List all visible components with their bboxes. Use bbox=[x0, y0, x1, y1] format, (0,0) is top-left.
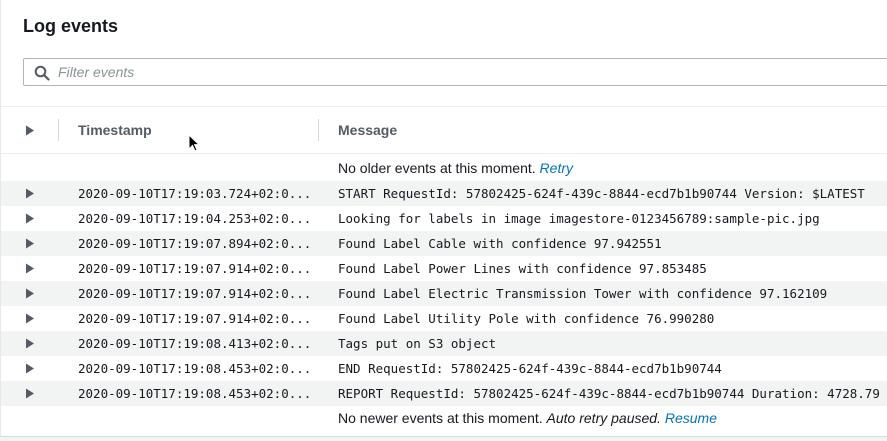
log-event-row[interactable]: 2020-09-10T17:19:07.914+02:0... Found La… bbox=[1, 281, 887, 306]
expand-row-caret-icon[interactable] bbox=[25, 388, 35, 399]
auto-retry-status: Auto retry paused. bbox=[546, 410, 661, 426]
expand-row-caret-icon[interactable] bbox=[25, 188, 35, 199]
expand-row-caret-icon[interactable] bbox=[25, 263, 35, 274]
expand-all-caret-icon[interactable] bbox=[25, 125, 35, 136]
filter-events-input[interactable] bbox=[58, 62, 878, 82]
expand-row-caret-icon[interactable] bbox=[25, 313, 35, 324]
expand-row-caret-icon[interactable] bbox=[25, 363, 35, 374]
log-event-row[interactable]: 2020-09-10T17:19:08.453+02:0... END Requ… bbox=[1, 356, 887, 381]
expand-row-caret-icon[interactable] bbox=[25, 238, 35, 249]
log-event-row[interactable]: 2020-09-10T17:19:04.253+02:0... Looking … bbox=[1, 206, 887, 231]
event-timestamp: 2020-09-10T17:19:08.413+02:0... bbox=[78, 336, 312, 351]
event-timestamp: 2020-09-10T17:19:08.453+02:0... bbox=[78, 361, 312, 376]
log-event-row[interactable]: 2020-09-10T17:19:08.413+02:0... Tags put… bbox=[1, 331, 887, 356]
event-message: Looking for labels in image imagestore-0… bbox=[338, 211, 820, 226]
column-divider[interactable] bbox=[318, 119, 319, 141]
mouse-pointer-icon bbox=[188, 134, 200, 152]
panel-title: Log events bbox=[23, 16, 119, 36]
event-timestamp: 2020-09-10T17:19:07.914+02:0... bbox=[78, 311, 312, 326]
event-message: REPORT RequestId: 57802425-624f-439c-884… bbox=[338, 386, 887, 401]
column-header-timestamp[interactable]: Timestamp bbox=[78, 122, 152, 138]
log-event-row[interactable]: 2020-09-10T17:19:07.914+02:0... Found La… bbox=[1, 306, 887, 331]
top-notice-text: No older events at this moment. bbox=[338, 160, 536, 176]
event-message: Found Label Cable with confidence 97.942… bbox=[338, 236, 662, 251]
event-timestamp: 2020-09-10T17:19:03.724+02:0... bbox=[78, 186, 312, 201]
event-message: Tags put on S3 object bbox=[338, 336, 497, 351]
event-message: Found Label Utility Pole with confidence… bbox=[338, 311, 715, 326]
top-notice: No older events at this moment. Retry bbox=[338, 160, 573, 176]
expand-row-caret-icon[interactable] bbox=[25, 338, 35, 349]
event-timestamp: 2020-09-10T17:19:08.453+02:0... bbox=[78, 386, 312, 401]
bottom-notice-row: No newer events at this moment. Auto ret… bbox=[1, 406, 887, 431]
event-timestamp: 2020-09-10T17:19:07.914+02:0... bbox=[78, 261, 312, 276]
log-events-panel: Log events Timestamp Message No older ev… bbox=[0, 0, 887, 437]
top-notice-row: No older events at this moment. Retry bbox=[1, 156, 887, 181]
log-event-row[interactable]: 2020-09-10T17:19:03.724+02:0... START Re… bbox=[1, 181, 887, 206]
log-event-row[interactable]: 2020-09-10T17:19:07.914+02:0... Found La… bbox=[1, 256, 887, 281]
event-message: Found Label Power Lines with confidence … bbox=[338, 261, 707, 276]
log-event-row[interactable]: 2020-09-10T17:19:07.894+02:0... Found La… bbox=[1, 231, 887, 256]
bottom-notice-text: No newer events at this moment. bbox=[338, 410, 543, 426]
search-icon bbox=[34, 65, 50, 81]
resume-link[interactable]: Resume bbox=[665, 410, 717, 426]
column-header-message[interactable]: Message bbox=[338, 122, 397, 138]
table-header-row: Timestamp Message bbox=[1, 107, 887, 154]
event-timestamp: 2020-09-10T17:19:07.894+02:0... bbox=[78, 236, 312, 251]
bottom-notice: No newer events at this moment. Auto ret… bbox=[338, 410, 717, 426]
retry-link[interactable]: Retry bbox=[540, 160, 573, 176]
log-event-row[interactable]: 2020-09-10T17:19:08.453+02:0... REPORT R… bbox=[1, 381, 887, 406]
expand-row-caret-icon[interactable] bbox=[25, 288, 35, 299]
filter-box[interactable] bbox=[23, 58, 887, 86]
event-message: START RequestId: 57802425-624f-439c-8844… bbox=[338, 186, 865, 201]
column-divider[interactable] bbox=[58, 119, 59, 141]
event-timestamp: 2020-09-10T17:19:07.914+02:0... bbox=[78, 286, 312, 301]
event-message: END RequestId: 57802425-624f-439c-8844-e… bbox=[338, 361, 722, 376]
expand-row-caret-icon[interactable] bbox=[25, 213, 35, 224]
event-message: Found Label Electric Transmission Tower … bbox=[338, 286, 828, 301]
log-event-rows: No older events at this moment. Retry 20… bbox=[1, 156, 887, 431]
page: Log events Timestamp Message No older ev… bbox=[0, 0, 887, 441]
event-timestamp: 2020-09-10T17:19:04.253+02:0... bbox=[78, 211, 312, 226]
